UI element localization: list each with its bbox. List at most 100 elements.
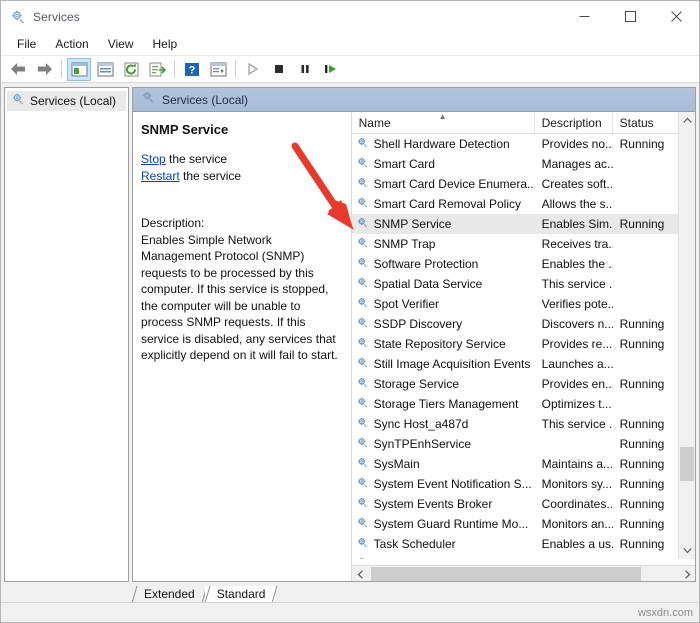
main-pane: Services (Local) SNMP Service Stop the s… [132, 87, 696, 582]
services-gear-icon [141, 90, 155, 109]
vertical-scrollbar[interactable] [678, 112, 695, 559]
table-row[interactable]: Task SchedulerEnables a us...Running [352, 534, 695, 554]
table-row[interactable]: State Repository ServiceProvides re...Ru… [352, 334, 695, 354]
minimize-button[interactable] [561, 1, 607, 32]
vertical-scroll-track[interactable] [679, 129, 695, 542]
column-header-name[interactable]: Name ▲ [352, 112, 535, 133]
window-title: Services [33, 10, 80, 24]
table-row[interactable]: Smart Card Device Enumera...Creates soft… [352, 174, 695, 194]
pause-service-icon[interactable] [293, 58, 317, 81]
show-hide-console-tree-icon[interactable] [67, 58, 91, 81]
table-row[interactable]: System Guard Runtime Mo...Monitors an...… [352, 514, 695, 534]
table-row[interactable]: SSDP DiscoveryDiscovers n...Running [352, 314, 695, 334]
table-row[interactable]: Smart CardManages ac... [352, 154, 695, 174]
service-gear-icon [356, 156, 369, 172]
column-header-status[interactable]: Status [613, 112, 679, 133]
column-header-description[interactable]: Description [535, 112, 613, 133]
properties-icon[interactable] [206, 58, 230, 81]
toolbar-separator-3 [235, 60, 236, 78]
pane-columns: SNMP Service Stop the service Restart th… [133, 112, 695, 582]
service-description-cell: Monitors sy... [535, 477, 613, 491]
service-name-label: Task Scheduler [374, 537, 456, 551]
scroll-right-icon[interactable] [679, 566, 696, 583]
service-description-cell: Allows the s... [535, 197, 613, 211]
service-gear-icon [356, 336, 369, 352]
start-service-icon[interactable] [241, 58, 265, 81]
service-gear-icon [356, 416, 369, 432]
scroll-left-icon[interactable] [352, 566, 369, 583]
vertical-scroll-thumb[interactable] [680, 447, 694, 481]
description-text: Enables Simple Network Management Protoc… [141, 232, 343, 364]
table-row[interactable]: Sync Host_a487dThis service ...Running [352, 414, 695, 434]
scroll-up-icon[interactable] [679, 112, 695, 129]
table-row[interactable]: Spatial Data ServiceThis service ... [352, 274, 695, 294]
table-row[interactable]: Software ProtectionEnables the ... [352, 254, 695, 274]
table-row[interactable]: Shell Hardware DetectionProvides no...Ru… [352, 134, 695, 154]
service-description-cell: This service ... [535, 277, 613, 291]
service-gear-icon [356, 356, 369, 372]
tab-standard[interactable]: Standard [205, 586, 276, 603]
table-row[interactable]: Smart Card Removal PolicyAllows the s... [352, 194, 695, 214]
table-row[interactable]: SNMP ServiceEnables Sim...Running [352, 214, 695, 234]
service-description-block: Description: Enables Simple Network Mana… [141, 215, 343, 364]
table-row[interactable]: System Events BrokerCoordinates...Runnin… [352, 494, 695, 514]
table-row[interactable]: Spot VerifierVerifies pote... [352, 294, 695, 314]
service-name-label: System Events Broker [374, 497, 493, 511]
tab-extended[interactable]: Extended [132, 586, 205, 603]
back-icon[interactable] [6, 58, 30, 81]
services-gear-icon [11, 92, 25, 111]
menu-help[interactable]: Help [144, 34, 187, 54]
tree-node-services-local[interactable]: Services (Local) [7, 91, 126, 111]
service-name-label: SynTPEnhService [374, 437, 471, 451]
restart-service-icon[interactable] [319, 58, 343, 81]
menu-view[interactable]: View [99, 34, 143, 54]
service-status-cell: Running [613, 417, 679, 431]
service-name-cell: TCP/IP NetBIOS Helper [352, 556, 535, 559]
table-row[interactable]: Storage ServiceProvides en...Running [352, 374, 695, 394]
horizontal-scrollbar[interactable] [352, 565, 696, 582]
service-name-cell: SNMP Service [352, 216, 535, 232]
help-icon[interactable]: ? [180, 58, 204, 81]
close-button[interactable] [653, 1, 699, 32]
service-description-cell: Verifies pote... [535, 297, 613, 311]
service-description-cell: Enables the ... [535, 257, 613, 271]
scroll-down-icon[interactable] [679, 542, 695, 559]
restart-service-link[interactable]: Restart [141, 169, 180, 183]
service-gear-icon [356, 136, 369, 152]
menu-action[interactable]: Action [46, 34, 97, 54]
table-row[interactable]: SynTPEnhServiceRunning [352, 434, 695, 454]
service-status-cell: Running [613, 477, 679, 491]
table-row[interactable]: System Event Notification S...Monitors s… [352, 474, 695, 494]
menu-file[interactable]: File [8, 34, 45, 54]
toolbar-separator-1 [61, 60, 62, 78]
service-status-cell: Running [613, 557, 679, 559]
table-row[interactable]: SysMainMaintains a...Running [352, 454, 695, 474]
table-row[interactable]: TCP/IP NetBIOS HelperProvides su...Runni… [352, 554, 695, 559]
service-gear-icon [356, 316, 369, 332]
service-status-cell: Running [613, 337, 679, 351]
stop-service-link[interactable]: Stop [141, 152, 166, 166]
export-list-icon[interactable] [145, 58, 169, 81]
service-description-cell: Maintains a... [535, 457, 613, 471]
tree-node-label: Services (Local) [30, 94, 116, 108]
service-name-cell: State Repository Service [352, 336, 535, 352]
services-list: Name ▲ Description Status Shell Hardware… [352, 112, 695, 582]
service-gear-icon [356, 396, 369, 412]
show-hide-action-pane-icon[interactable] [93, 58, 117, 81]
refresh-icon[interactable] [119, 58, 143, 81]
maximize-button[interactable] [607, 1, 653, 32]
stop-service-icon[interactable] [267, 58, 291, 81]
forward-icon[interactable] [32, 58, 56, 81]
horizontal-scroll-thumb[interactable] [371, 567, 641, 581]
table-row[interactable]: SNMP TrapReceives tra... [352, 234, 695, 254]
services-window: Services File Action View Help [0, 0, 700, 623]
service-name-cell: SSDP Discovery [352, 316, 535, 332]
pane-header-label: Services (Local) [162, 93, 248, 107]
table-row[interactable]: Still Image Acquisition EventsLaunches a… [352, 354, 695, 374]
table-row[interactable]: Storage Tiers ManagementOptimizes t... [352, 394, 695, 414]
stop-service-line: Stop the service [141, 151, 343, 168]
service-description-cell: Provides re... [535, 337, 613, 351]
service-name-cell: Sync Host_a487d [352, 416, 535, 432]
horizontal-scroll-track[interactable] [369, 566, 679, 583]
service-status-cell: Running [613, 317, 679, 331]
